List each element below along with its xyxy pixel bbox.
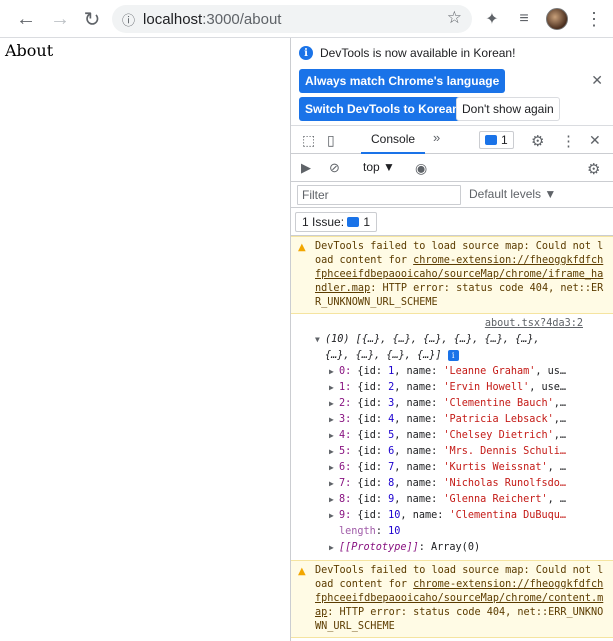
array-item[interactable]: ▶ 1: {id: 2, name: 'Ervin Howell', use…	[291, 380, 613, 396]
url-host: localhost	[143, 10, 203, 28]
extensions-icon[interactable]: ✦	[478, 5, 506, 33]
browser-menu-icon[interactable]: ⋮	[584, 5, 604, 33]
console-settings-icon[interactable]: ⚙	[587, 160, 600, 178]
tab-console[interactable]: Console	[361, 126, 426, 154]
reload-icon[interactable]: ↻	[76, 3, 108, 35]
info-badge-icon: i	[447, 349, 459, 361]
array-summary[interactable]: ▼ (10) [{…}, {…}, {…}, {…}, {…}, {…},	[291, 332, 613, 348]
issues-count: 1	[501, 133, 508, 147]
warning-message: ▲ DevTools failed to load source map: Cou…	[291, 560, 613, 638]
expand-triangle-icon[interactable]: ▶	[329, 380, 339, 396]
settings-gear-icon[interactable]: ⚙	[531, 132, 544, 150]
forward-icon[interactable]: →	[44, 3, 76, 35]
array-item[interactable]: ▶ 9: {id: 10, name: 'Clementina DuBuqu…	[291, 508, 613, 524]
array-item[interactable]: ▶ 6: {id: 7, name: 'Kurtis Weissnat', …	[291, 460, 613, 476]
array-summary-line2: {…}, {…}, {…}, {…}]	[325, 350, 442, 361]
devtools-panel: i DevTools is now available in Korean! ✕ …	[290, 38, 613, 641]
devtools-tabbar: ⬚ ▯ Console » 1 ⚙ ⋮ ✕	[291, 126, 613, 154]
issues-row: 1 Issue: 1	[291, 208, 613, 236]
console-log-entry: about.tsx?4da3:2 ▼ (10) [{…}, {…}, {…}, {…	[291, 314, 613, 560]
context-selector[interactable]: top ▼	[363, 160, 395, 174]
array-item[interactable]: ▶ 3: {id: 4, name: 'Patricia Lebsack',…	[291, 412, 613, 428]
warning-icon: ▲	[298, 566, 306, 577]
issues-counter-button[interactable]: 1	[479, 131, 514, 149]
expand-triangle-icon[interactable]: ▶	[329, 540, 339, 556]
clear-console-icon[interactable]: ⊘	[329, 160, 340, 176]
expand-triangle-icon[interactable]: ▶	[329, 476, 339, 492]
page-heading: About	[5, 41, 54, 60]
array-summary-line1: (10) [{…}, {…}, {…}, {…}, {…}, {…},	[325, 334, 540, 345]
inspect-element-icon[interactable]: ⬚	[302, 132, 315, 149]
infobar-message: DevTools is now available in Korean!	[320, 46, 516, 60]
array-item[interactable]: ▶ 5: {id: 6, name: 'Mrs. Dennis Schuli…	[291, 444, 613, 460]
expand-triangle-icon[interactable]: ▶	[329, 460, 339, 476]
url-path: :3000/about	[202, 10, 282, 28]
console-toolbar: ▶ ⊘ top ▼ ◉ ⚙	[291, 154, 613, 182]
warning-suffix: : HTTP error: status code 404, net::ERR_…	[315, 607, 604, 632]
bookmark-star-icon[interactable]: ☆	[447, 8, 462, 28]
warning-icon: ▲	[298, 242, 306, 253]
issues-button[interactable]: 1 Issue: 1	[295, 212, 378, 232]
page-viewport: About	[0, 38, 290, 641]
array-item[interactable]: ▶ 7: {id: 8, name: 'Nicholas Runolfsdo…	[291, 476, 613, 492]
array-item[interactable]: ▶ 8: {id: 9, name: 'Glenna Reichert', …	[291, 492, 613, 508]
array-item[interactable]: ▶ 0: {id: 1, name: 'Leanne Graham', us…	[291, 364, 613, 380]
array-length: length: 10	[339, 526, 401, 537]
more-tabs-icon[interactable]: »	[433, 130, 440, 145]
dont-show-again-button[interactable]: Don't show again	[456, 97, 560, 121]
array-prototype[interactable]: ▶ [[Prototype]]: Array(0)	[291, 540, 613, 556]
close-devtools-icon[interactable]: ✕	[589, 132, 601, 149]
warning-message: ▲ DevTools failed to load source map: Cou…	[291, 236, 613, 314]
language-infobar: i DevTools is now available in Korean! ✕ …	[291, 38, 613, 126]
sidebar-toggle-icon[interactable]: ▶	[301, 160, 311, 176]
devtools-menu-icon[interactable]: ⋮	[561, 132, 576, 150]
expand-triangle-icon[interactable]: ▶	[329, 364, 339, 380]
site-info-icon[interactable]: ⓘ	[122, 10, 135, 29]
source-link[interactable]: about.tsx?4da3:2	[291, 316, 613, 332]
filter-row: Filter Default levels ▼	[291, 182, 613, 208]
address-bar[interactable]: ⓘ localhost:3000/about ☆	[112, 5, 472, 33]
browser-toolbar: ← → ↻ ⓘ localhost:3000/about ☆ ✦ ≡ ⋮	[0, 0, 613, 38]
back-icon[interactable]: ←	[10, 3, 42, 35]
array-item[interactable]: ▶ 2: {id: 3, name: 'Clementine Bauch',…	[291, 396, 613, 412]
live-expression-eye-icon[interactable]: ◉	[415, 160, 427, 177]
expand-triangle-icon[interactable]: ▶	[329, 508, 339, 524]
message-icon	[347, 217, 360, 227]
log-levels-dropdown[interactable]: Default levels ▼	[469, 187, 556, 201]
expand-triangle-icon[interactable]: ▶	[329, 396, 339, 412]
issues-label: 1 Issue:	[302, 215, 345, 229]
info-icon: i	[299, 46, 313, 60]
issues-pill-count: 1	[363, 215, 371, 229]
device-toolbar-icon[interactable]: ▯	[327, 132, 335, 149]
expand-triangle-icon[interactable]: ▶	[329, 444, 339, 460]
expand-triangle-icon[interactable]: ▶	[329, 412, 339, 428]
array-item[interactable]: ▶ 4: {id: 5, name: 'Chelsey Dietrich',…	[291, 428, 613, 444]
profile-avatar[interactable]	[546, 8, 568, 30]
switch-to-korean-button[interactable]: Switch DevTools to Korean	[299, 97, 466, 121]
array-items: ▶ 0: {id: 1, name: 'Leanne Graham', us… ▶ 1…	[291, 364, 613, 524]
close-icon[interactable]: ✕	[591, 72, 603, 89]
expand-triangle-icon[interactable]: ▶	[329, 428, 339, 444]
filter-input[interactable]: Filter	[297, 185, 461, 205]
message-icon	[485, 135, 497, 145]
always-match-language-button[interactable]: Always match Chrome's language	[299, 69, 506, 93]
expand-triangle-icon[interactable]: ▼	[315, 332, 325, 348]
expand-triangle-icon[interactable]: ▶	[329, 492, 339, 508]
media-queue-icon[interactable]: ≡	[510, 5, 538, 33]
